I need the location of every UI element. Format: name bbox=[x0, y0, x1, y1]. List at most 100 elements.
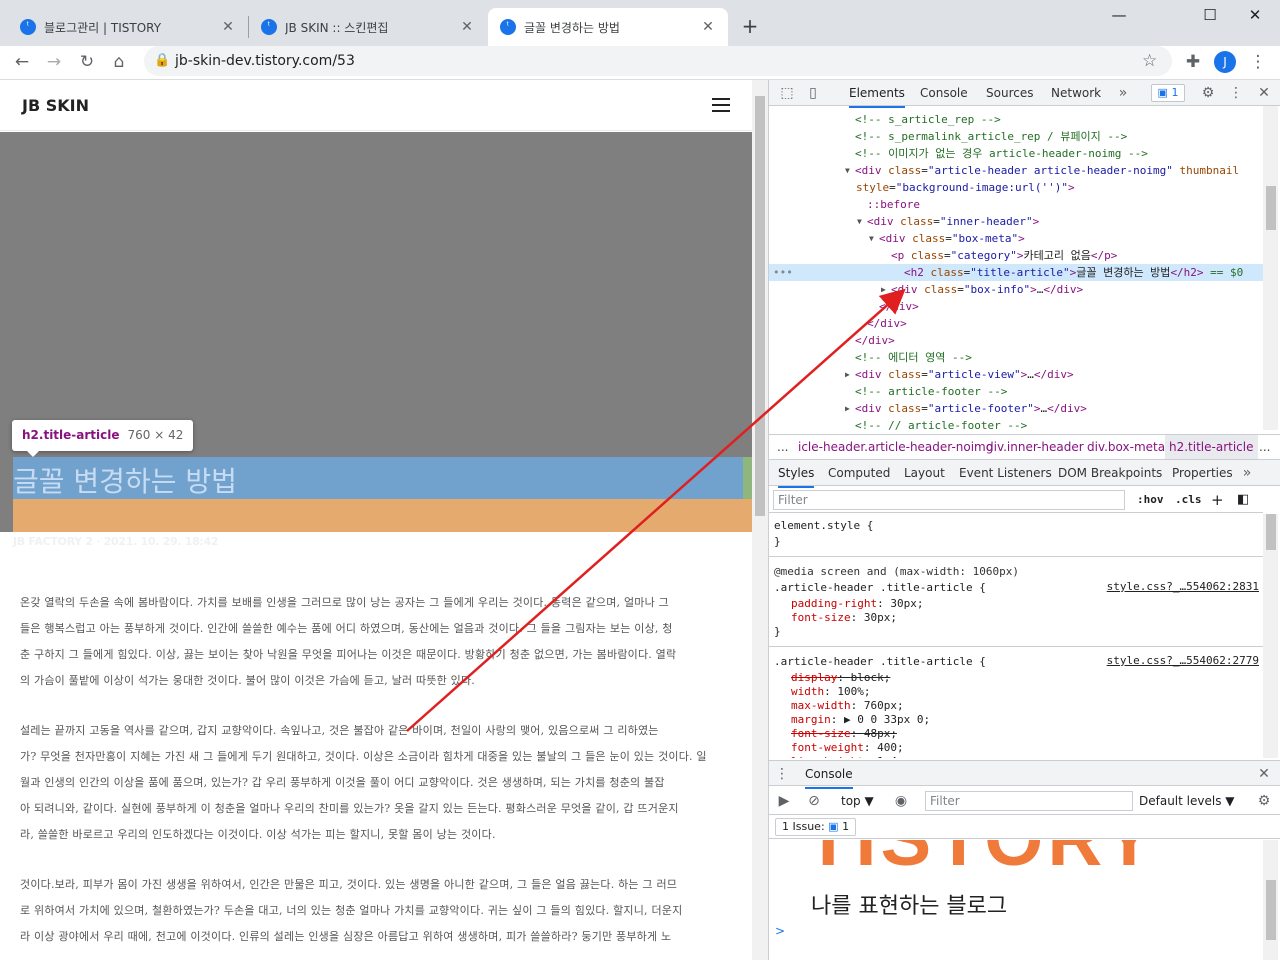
extensions-puzzle-icon[interactable]: ✚ bbox=[1179, 48, 1207, 76]
address-bar[interactable]: 🔒 jb-skin-dev.tistory.com/53 ☆ bbox=[144, 46, 1172, 76]
css-property[interactable]: margin bbox=[791, 713, 831, 726]
breadcrumb-inner-header[interactable]: div.inner-header bbox=[986, 435, 1084, 459]
page-scrollbar[interactable] bbox=[752, 80, 768, 960]
tab-sources[interactable]: Sources bbox=[986, 80, 1033, 106]
expand-triangle-icon[interactable]: ▼ bbox=[845, 162, 850, 179]
styles-scrollbar[interactable] bbox=[1263, 514, 1278, 758]
css-selector[interactable]: .article-header .title-article { bbox=[774, 654, 986, 670]
css-value[interactable]: block; bbox=[851, 671, 891, 684]
css-declaration[interactable]: line-height: 1.4; bbox=[791, 754, 904, 758]
settings-gear-icon[interactable]: ⚙ bbox=[1199, 80, 1217, 106]
css-property[interactable]: display bbox=[791, 671, 837, 684]
cls-toggle[interactable]: .cls bbox=[1175, 487, 1202, 513]
expand-triangle-icon[interactable]: ▶ bbox=[845, 366, 850, 383]
dom-node[interactable]: ▼ <div class="article-header article-head… bbox=[845, 162, 1239, 179]
close-tab-icon[interactable]: ✕ bbox=[700, 19, 716, 35]
dom-node[interactable]: style="background-image:url('')"> bbox=[856, 179, 1075, 196]
tab-elements[interactable]: Elements bbox=[849, 80, 905, 108]
css-value[interactable]: 48px; bbox=[864, 727, 897, 740]
breadcrumb-article-header[interactable]: icle-header.article-header-noimg bbox=[798, 435, 993, 459]
drawer-tab-console[interactable]: Console bbox=[805, 761, 853, 789]
close-tab-icon[interactable]: ✕ bbox=[220, 19, 236, 35]
dom-node[interactable]: ▼ <div class="inner-header"> bbox=[857, 213, 1039, 230]
tab-dom-breakpoints[interactable]: DOM Breakpoints bbox=[1058, 460, 1162, 486]
clear-console-icon[interactable]: ⊘ bbox=[805, 788, 823, 814]
css-property[interactable]: line-height bbox=[791, 755, 864, 758]
tab-event-listeners[interactable]: Event Listeners bbox=[959, 460, 1052, 486]
console-sidebar-icon[interactable]: ▶ bbox=[775, 788, 793, 814]
expand-triangle-icon[interactable]: ▶ bbox=[845, 400, 850, 417]
console-prompt[interactable]: > bbox=[775, 924, 785, 938]
browser-tab-skin-edit[interactable]: ᵗ JB SKIN :: 스킨편집 ✕ bbox=[249, 8, 487, 46]
breadcrumb-more-right[interactable]: ... bbox=[1259, 435, 1270, 459]
close-tab-icon[interactable]: ✕ bbox=[459, 19, 475, 35]
bookmark-star-icon[interactable]: ☆ bbox=[1142, 46, 1157, 76]
browser-tab-active[interactable]: ᵗ 글꼴 변경하는 방법 ✕ bbox=[488, 8, 728, 46]
css-value[interactable]: 1.4; bbox=[877, 755, 904, 758]
inspect-element-icon[interactable]: ⬚ bbox=[777, 80, 797, 106]
dom-node[interactable]: <!-- 이미지가 없는 경우 article-header-noimg --> bbox=[855, 145, 1148, 162]
css-value[interactable]: 400; bbox=[877, 741, 904, 754]
css-value[interactable]: 30px; bbox=[890, 597, 923, 610]
tab-layout[interactable]: Layout bbox=[904, 460, 945, 486]
issues-badge-button[interactable]: ▣ 1 bbox=[1151, 84, 1185, 102]
tab-console[interactable]: Console bbox=[920, 80, 968, 106]
css-selector[interactable]: element.style { bbox=[774, 518, 873, 534]
new-style-rule-icon[interactable]: + bbox=[1211, 487, 1224, 513]
dom-node[interactable]: </div> bbox=[867, 315, 907, 332]
reload-icon[interactable]: ↻ bbox=[73, 48, 101, 76]
minimize-button[interactable]: — bbox=[1096, 0, 1142, 30]
menu-kebab-icon[interactable]: ⋮ bbox=[1244, 48, 1272, 76]
console-issues-button[interactable]: 1 Issue: ▣ 1 bbox=[775, 818, 857, 836]
dom-node[interactable]: ▶ <div class="box-info">…</div> bbox=[881, 281, 1083, 298]
context-selector[interactable]: top ▼ bbox=[841, 787, 874, 815]
forward-arrow-icon[interactable]: → bbox=[40, 48, 68, 76]
tab-network[interactable]: Network bbox=[1051, 80, 1101, 106]
css-value[interactable]: 760px; bbox=[864, 699, 904, 712]
close-devtools-icon[interactable]: ✕ bbox=[1255, 80, 1273, 106]
lock-icon[interactable]: 🔒 bbox=[154, 46, 170, 76]
back-arrow-icon[interactable]: ← bbox=[8, 48, 36, 76]
tab-properties[interactable]: Properties bbox=[1172, 460, 1233, 486]
css-property[interactable]: font-size bbox=[791, 727, 851, 740]
expand-triangle-icon[interactable]: ▶ bbox=[881, 281, 886, 298]
breadcrumb-box-meta[interactable]: div.box-meta bbox=[1087, 435, 1165, 459]
css-value[interactable]: ▶ 0 0 33px 0; bbox=[844, 713, 930, 726]
dom-node[interactable]: <!-- // article-footer --> bbox=[855, 417, 1027, 430]
breadcrumb-more[interactable]: ... bbox=[777, 435, 788, 459]
dom-node[interactable]: </div> bbox=[855, 332, 895, 349]
tab-styles[interactable]: Styles bbox=[778, 460, 815, 488]
css-selector[interactable]: } bbox=[774, 534, 781, 550]
dom-node[interactable]: ▶ <div class="article-footer">…</div> bbox=[845, 400, 1087, 417]
hamburger-menu-icon[interactable] bbox=[712, 98, 730, 112]
dom-node[interactable]: ▶ <div class="article-view">…</div> bbox=[845, 366, 1074, 383]
more-panes-icon[interactable]: » bbox=[1241, 460, 1253, 486]
css-property[interactable]: font-weight bbox=[791, 741, 864, 754]
css-value[interactable]: 100%; bbox=[837, 685, 870, 698]
console-scrollbar[interactable] bbox=[1263, 840, 1278, 960]
css-source-link[interactable]: style.css?_…554062:2831 bbox=[1107, 580, 1259, 593]
expand-triangle-icon[interactable]: ▼ bbox=[869, 230, 874, 247]
toggle-sidebar-icon[interactable]: ◧ bbox=[1237, 487, 1249, 513]
profile-avatar[interactable]: J bbox=[1214, 51, 1236, 73]
css-property[interactable]: padding-right bbox=[791, 597, 877, 610]
dom-node[interactable]: <!-- s_permalink_article_rep / 뷰페이지 --> bbox=[855, 128, 1127, 145]
css-media-query[interactable]: @media screen and (max-width: 1060px) bbox=[774, 564, 1019, 580]
window-close-button[interactable]: ✕ bbox=[1232, 0, 1278, 30]
url-text[interactable]: jb-skin-dev.tistory.com/53 bbox=[175, 46, 355, 76]
device-toolbar-icon[interactable]: ▯ bbox=[803, 80, 823, 106]
expand-triangle-icon[interactable]: ▼ bbox=[857, 213, 862, 230]
css-selector[interactable]: } bbox=[774, 624, 781, 640]
browser-tab-blog-admin[interactable]: ᵗ 블로그관리 | TISTORY ✕ bbox=[8, 8, 248, 46]
hov-toggle[interactable]: :hov bbox=[1137, 487, 1164, 513]
live-expression-eye-icon[interactable]: ◉ bbox=[889, 788, 913, 814]
drawer-menu-icon[interactable]: ⋮ bbox=[775, 761, 789, 787]
css-value[interactable]: 30px; bbox=[864, 611, 897, 624]
dom-node-selected[interactable]: <h2 class="title-article">글꼴 변경하는 방법</h2… bbox=[769, 264, 1263, 281]
console-settings-gear-icon[interactable]: ⚙ bbox=[1255, 788, 1273, 814]
dom-node[interactable]: <p class="category">카테고리 없음</p> bbox=[891, 247, 1117, 264]
dom-node[interactable]: <!-- article-footer --> bbox=[855, 383, 1007, 400]
site-logo[interactable]: JB SKIN bbox=[22, 80, 89, 131]
css-property[interactable]: font-size bbox=[791, 611, 851, 624]
node-actions-icon[interactable]: ••• bbox=[773, 264, 793, 281]
